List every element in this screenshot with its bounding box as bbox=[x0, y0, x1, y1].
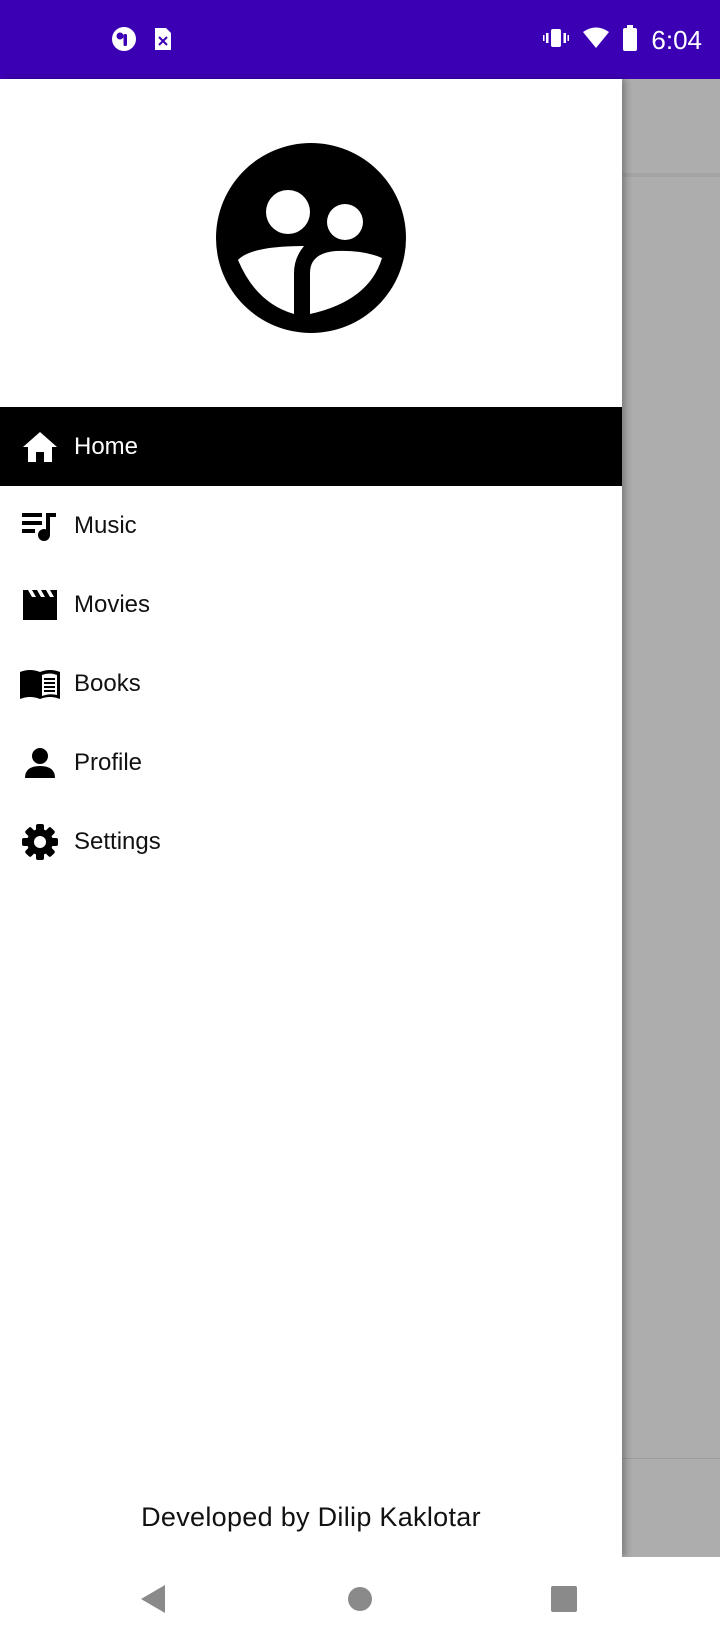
queue-music-icon bbox=[20, 506, 60, 546]
system-nav-bar bbox=[0, 1557, 720, 1640]
sim-card-icon bbox=[148, 24, 178, 54]
drawer-menu: Home Music Movies Books Profile Settings bbox=[0, 407, 622, 881]
person-icon bbox=[20, 743, 60, 783]
recents-icon[interactable] bbox=[544, 1579, 584, 1619]
battery-icon bbox=[623, 24, 638, 56]
navigation-drawer: Home Music Movies Books Profile Settings… bbox=[0, 79, 622, 1557]
app-bar-edge bbox=[622, 173, 720, 177]
gear-icon bbox=[20, 822, 60, 862]
menu-item-label: Music bbox=[74, 511, 137, 539]
menu-item-label: Books bbox=[74, 669, 141, 697]
menu-item-home[interactable]: Home bbox=[0, 407, 622, 486]
home-circle-icon[interactable] bbox=[340, 1579, 380, 1619]
menu-item-label: Profile bbox=[74, 748, 143, 776]
menu-item-profile[interactable]: Profile bbox=[0, 723, 622, 802]
menu-item-settings[interactable]: Settings bbox=[0, 802, 622, 881]
wifi-icon bbox=[583, 27, 610, 54]
menu-item-books[interactable]: Books bbox=[0, 644, 622, 723]
group-avatar-icon bbox=[216, 143, 406, 333]
content-divider bbox=[622, 1458, 720, 1459]
movie-clapper-icon bbox=[20, 585, 60, 625]
menu-item-label: Home bbox=[74, 432, 139, 460]
home-icon bbox=[20, 427, 60, 467]
book-icon bbox=[20, 664, 60, 704]
menu-item-movies[interactable]: Movies bbox=[0, 565, 622, 644]
vibrate-icon bbox=[543, 27, 570, 54]
menu-item-music[interactable]: Music bbox=[0, 486, 622, 565]
menu-item-label: Movies bbox=[74, 590, 151, 618]
clock-time: 6:04 bbox=[651, 24, 702, 55]
app-notification-icon bbox=[109, 24, 139, 54]
menu-item-label: Settings bbox=[74, 827, 161, 855]
back-icon[interactable] bbox=[133, 1579, 173, 1619]
status-bar: 6:04 bbox=[0, 0, 720, 79]
drawer-scrim[interactable] bbox=[622, 79, 720, 1557]
developer-credit: Developed by Dilip Kaklotar bbox=[141, 1502, 481, 1532]
